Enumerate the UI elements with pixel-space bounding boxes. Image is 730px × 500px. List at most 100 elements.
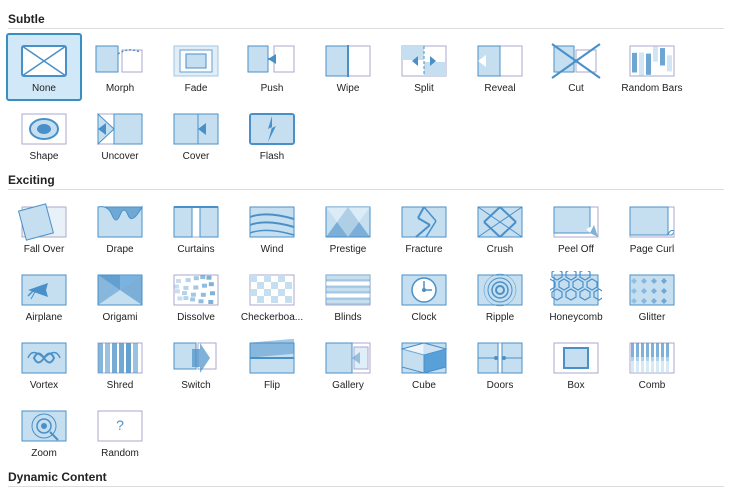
transition-item-split[interactable]: Split xyxy=(386,33,462,101)
transition-item-zoom[interactable]: Zoom xyxy=(6,398,82,466)
transition-item-wipe[interactable]: Wipe xyxy=(310,33,386,101)
transition-item-curtains[interactable]: Curtains xyxy=(158,194,234,262)
transition-label-ripple: Ripple xyxy=(486,312,514,324)
transition-label-cut: Cut xyxy=(568,83,584,95)
transition-icon-cover xyxy=(170,110,222,148)
transition-label-zoom: Zoom xyxy=(31,448,57,460)
transition-item-morph[interactable]: Morph xyxy=(82,33,158,101)
transition-icon-morph xyxy=(94,42,146,80)
transition-item-wind[interactable]: Wind xyxy=(234,194,310,262)
transition-icon-origami xyxy=(94,271,146,309)
transition-item-cut[interactable]: Cut xyxy=(538,33,614,101)
grid-exciting: Fall Over Drape Curtains Wind Prestige F… xyxy=(6,194,724,466)
transition-icon-switch xyxy=(170,339,222,377)
section-label-dynamic: Dynamic Content xyxy=(8,470,724,487)
transition-label-curtains: Curtains xyxy=(177,244,214,256)
transition-icon-ripple xyxy=(474,271,526,309)
transition-item-cube[interactable]: Cube xyxy=(386,330,462,398)
transition-icon-airplane xyxy=(18,271,70,309)
transition-item-checkerboard[interactable]: Checkerboa... xyxy=(234,262,310,330)
transition-item-vortex[interactable]: Vortex xyxy=(6,330,82,398)
transition-item-window[interactable]: Window xyxy=(310,491,386,500)
transition-item-ferris-wheel[interactable]: Ferris Wheel xyxy=(82,491,158,500)
transition-item-reveal[interactable]: Reveal xyxy=(462,33,538,101)
transition-label-honeycomb: Honeycomb xyxy=(549,312,602,324)
transition-icon-box xyxy=(550,339,602,377)
transition-icon-dissolve xyxy=(170,271,222,309)
transition-item-prestige[interactable]: Prestige xyxy=(310,194,386,262)
grid-dynamic: Pan Ferris Wheel Conveyor Rotate Window … xyxy=(6,491,724,500)
transition-label-checkerboard: Checkerboa... xyxy=(241,312,303,324)
transition-label-flip: Flip xyxy=(264,380,280,392)
transition-item-push[interactable]: Push xyxy=(234,33,310,101)
transition-item-random-bars[interactable]: Random Bars xyxy=(614,33,690,101)
transition-item-rotate[interactable]: Rotate xyxy=(234,491,310,500)
transition-icon-flip xyxy=(246,339,298,377)
transition-label-morph: Morph xyxy=(106,83,134,95)
transition-label-reveal: Reveal xyxy=(484,83,515,95)
transition-item-ripple[interactable]: Ripple xyxy=(462,262,538,330)
transition-label-page-curl: Page Curl xyxy=(630,244,674,256)
transition-label-cube: Cube xyxy=(412,380,436,392)
transition-item-dissolve[interactable]: Dissolve xyxy=(158,262,234,330)
transition-icon-none xyxy=(18,42,70,80)
transition-item-airplane[interactable]: Airplane xyxy=(6,262,82,330)
transition-label-blinds: Blinds xyxy=(334,312,361,324)
transition-item-switch[interactable]: Switch xyxy=(158,330,234,398)
transition-icon-blinds xyxy=(322,271,374,309)
transition-icon-doors xyxy=(474,339,526,377)
transition-item-fracture[interactable]: Fracture xyxy=(386,194,462,262)
transition-item-fall-over[interactable]: Fall Over xyxy=(6,194,82,262)
transition-icon-drape xyxy=(94,203,146,241)
transition-item-conveyor[interactable]: Conveyor xyxy=(158,491,234,500)
transition-icon-split xyxy=(398,42,450,80)
transition-icon-fracture xyxy=(398,203,450,241)
transition-item-glitter[interactable]: Glitter xyxy=(614,262,690,330)
section-label-exciting: Exciting xyxy=(8,173,724,190)
transition-item-origami[interactable]: Origami xyxy=(82,262,158,330)
grid-subtle: None Morph Fade Push Wipe Split Reveal C… xyxy=(6,33,724,169)
transition-label-random: Random xyxy=(101,448,139,460)
transition-item-peel-off[interactable]: Peel Off xyxy=(538,194,614,262)
transition-item-drape[interactable]: Drape xyxy=(82,194,158,262)
transition-label-fall-over: Fall Over xyxy=(24,244,65,256)
transition-label-wind: Wind xyxy=(261,244,284,256)
transition-item-random[interactable]: ?Random xyxy=(82,398,158,466)
transition-icon-peel-off xyxy=(550,203,602,241)
transition-item-pan[interactable]: Pan xyxy=(6,491,82,500)
transition-item-gallery[interactable]: Gallery xyxy=(310,330,386,398)
transition-label-drape: Drape xyxy=(106,244,133,256)
transition-icon-fall-over xyxy=(18,203,70,241)
transition-label-vortex: Vortex xyxy=(30,380,58,392)
transition-icon-crush xyxy=(474,203,526,241)
transition-icon-random-bars xyxy=(626,42,678,80)
transition-item-page-curl[interactable]: Page Curl xyxy=(614,194,690,262)
transition-item-box[interactable]: Box xyxy=(538,330,614,398)
transition-item-clock[interactable]: Clock xyxy=(386,262,462,330)
transition-icon-wipe xyxy=(322,42,374,80)
transition-item-shape[interactable]: Shape xyxy=(6,101,82,169)
transition-item-crush[interactable]: Crush xyxy=(462,194,538,262)
transition-icon-reveal xyxy=(474,42,526,80)
transition-item-flash[interactable]: Flash xyxy=(234,101,310,169)
transition-label-push: Push xyxy=(261,83,284,95)
transition-icon-uncover xyxy=(94,110,146,148)
transition-icon-clock xyxy=(398,271,450,309)
transition-item-doors[interactable]: Doors xyxy=(462,330,538,398)
transition-item-cover[interactable]: Cover xyxy=(158,101,234,169)
transition-item-blinds[interactable]: Blinds xyxy=(310,262,386,330)
transition-icon-honeycomb xyxy=(550,271,602,309)
transition-item-comb[interactable]: Comb xyxy=(614,330,690,398)
transition-item-none[interactable]: None xyxy=(6,33,82,101)
transition-item-fly-through[interactable]: Fly Through xyxy=(462,491,538,500)
transition-item-orbit[interactable]: Orbit xyxy=(386,491,462,500)
transition-item-uncover[interactable]: Uncover xyxy=(82,101,158,169)
transition-item-shred[interactable]: Shred xyxy=(82,330,158,398)
transition-icon-prestige xyxy=(322,203,374,241)
transition-label-clock: Clock xyxy=(411,312,436,324)
transition-item-honeycomb[interactable]: Honeycomb xyxy=(538,262,614,330)
transition-item-fade[interactable]: Fade xyxy=(158,33,234,101)
transition-label-split: Split xyxy=(414,83,433,95)
transition-icon-page-curl xyxy=(626,203,678,241)
transition-item-flip[interactable]: Flip xyxy=(234,330,310,398)
